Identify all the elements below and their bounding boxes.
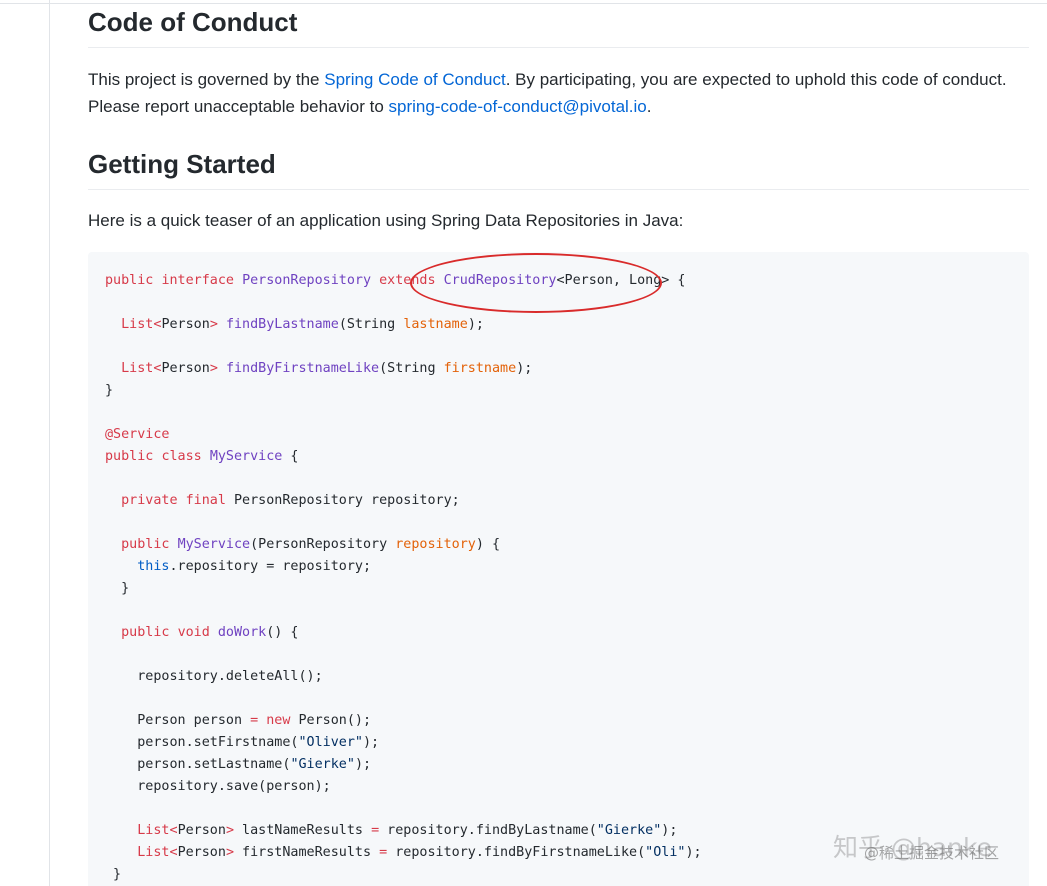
code-line: public interface PersonRepository extend…	[105, 273, 686, 288]
conduct-paragraph: This project is governed by the Spring C…	[88, 66, 1008, 120]
top-divider	[0, 3, 1047, 4]
heading-getting-started: Getting Started	[88, 148, 1029, 190]
code-line: person.setFirstname("Oliver");	[105, 735, 380, 750]
code-line: List<Person> findByLastname(String lastn…	[121, 317, 484, 332]
java-code-block[interactable]: public interface PersonRepository extend…	[88, 252, 1029, 886]
conduct-email-link[interactable]: spring-code-of-conduct@pivotal.io	[389, 97, 647, 116]
code-line: List<Person> firstNameResults = reposito…	[137, 845, 702, 860]
code-line: repository.save(person);	[105, 779, 331, 794]
getting-started-intro: Here is a quick teaser of an application…	[88, 211, 684, 230]
code-line: private final PersonRepository repositor…	[121, 493, 460, 508]
code-line: this.repository = repository;	[137, 559, 372, 574]
code-line: repository.deleteAll();	[105, 669, 323, 684]
code-line: public class MyService {	[105, 449, 299, 464]
code-line: List<Person> lastNameResults = repositor…	[137, 823, 678, 838]
left-gutter-divider	[49, 0, 50, 886]
code-line: }	[105, 867, 122, 882]
code-line: @Service	[105, 427, 170, 442]
code-line: public MyService(PersonRepository reposi…	[121, 537, 501, 552]
conduct-text-3: .	[646, 97, 652, 116]
code-line: public void doWork() {	[121, 625, 299, 640]
code-line: Person person = new Person();	[105, 713, 372, 728]
code-line: }	[105, 581, 130, 596]
code-line: }	[105, 383, 114, 398]
code-line: List<Person> findByFirstnameLike(String …	[121, 361, 533, 376]
code-content[interactable]: public interface PersonRepository extend…	[105, 270, 702, 886]
heading-code-of-conduct: Code of Conduct	[88, 6, 1029, 48]
code-line: person.setLastname("Gierke");	[105, 757, 372, 772]
conduct-text-1: This project is governed by the	[88, 70, 325, 89]
spring-code-of-conduct-link[interactable]: Spring Code of Conduct	[324, 70, 505, 89]
